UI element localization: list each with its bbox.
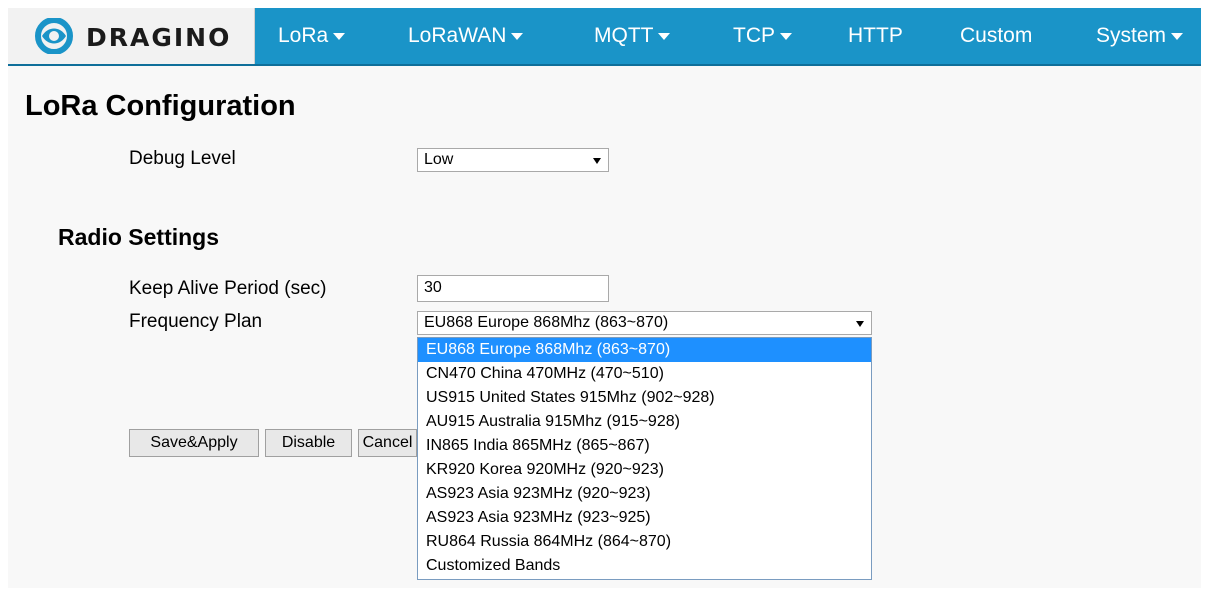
frequency-option[interactable]: KR920 Korea 920MHz (920~923) — [418, 458, 871, 482]
logo[interactable]: DRAGINO — [8, 8, 255, 64]
caret-down-icon — [511, 32, 524, 40]
nav-lorawan[interactable]: LoRaWAN — [408, 8, 524, 64]
frequency-option[interactable]: EU868 Europe 868Mhz (863~870) — [418, 338, 871, 362]
caret-down-icon — [333, 32, 346, 40]
nav-lora[interactable]: LoRa — [278, 8, 346, 64]
disable-button[interactable]: Disable — [265, 429, 352, 457]
screen: DRAGINO LoRa LoRaWAN MQTT TCP HTTP Custo… — [0, 0, 1205, 594]
save-apply-button[interactable]: Save&Apply — [129, 429, 259, 457]
debug-level-label: Debug Level — [129, 148, 236, 169]
caret-down-icon — [658, 32, 671, 40]
cancel-button[interactable]: Cancel — [358, 429, 417, 457]
nav-http-label: HTTP — [848, 24, 903, 47]
nav-custom[interactable]: Custom — [960, 8, 1032, 64]
nav-mqtt-label: MQTT — [594, 24, 654, 47]
dragino-logo-icon — [35, 18, 73, 54]
page-title: LoRa Configuration — [25, 90, 296, 122]
frequency-plan-select[interactable]: EU868 Europe 868Mhz (863~870) — [417, 311, 872, 335]
debug-level-value: Low — [424, 151, 454, 168]
caret-down-icon — [1171, 32, 1184, 40]
frequency-plan-dropdown: EU868 Europe 868Mhz (863~870) CN470 Chin… — [417, 337, 872, 580]
keep-alive-input[interactable]: 30 — [417, 275, 609, 302]
navbar: DRAGINO LoRa LoRaWAN MQTT TCP HTTP Custo… — [8, 8, 1201, 66]
frequency-option[interactable]: CN470 China 470MHz (470~510) — [418, 362, 871, 386]
frequency-option[interactable]: US915 United States 915Mhz (902~928) — [418, 386, 871, 410]
nav-lorawan-label: LoRaWAN — [408, 24, 507, 47]
nav-http[interactable]: HTTP — [848, 8, 903, 64]
nav-mqtt[interactable]: MQTT — [594, 8, 671, 64]
page: DRAGINO LoRa LoRaWAN MQTT TCP HTTP Custo… — [8, 8, 1201, 588]
nav-tcp[interactable]: TCP — [733, 8, 792, 64]
caret-down-icon — [780, 32, 792, 40]
frequency-option[interactable]: Customized Bands — [418, 554, 871, 578]
chevron-down-icon — [856, 321, 864, 327]
frequency-option[interactable]: IN865 India 865MHz (865~867) — [418, 434, 871, 458]
nav-system-label: System — [1096, 24, 1167, 47]
debug-level-select[interactable]: Low — [417, 148, 609, 172]
radio-settings-title: Radio Settings — [58, 224, 220, 250]
frequency-option[interactable]: AU915 Australia 915Mhz (915~928) — [418, 410, 871, 434]
frequency-plan-label: Frequency Plan — [129, 311, 263, 332]
frequency-plan-value: EU868 Europe 868Mhz (863~870) — [424, 314, 669, 331]
nav-system[interactable]: System — [1096, 8, 1184, 64]
frequency-option[interactable]: AS923 Asia 923MHz (920~923) — [418, 482, 871, 506]
nav-lora-label: LoRa — [278, 24, 329, 47]
frequency-option[interactable]: RU864 Russia 864MHz (864~870) — [418, 530, 871, 554]
brand-name: DRAGINO — [86, 23, 232, 52]
chevron-down-icon — [593, 158, 601, 164]
nav-custom-label: Custom — [960, 24, 1033, 47]
frequency-option[interactable]: AS923 Asia 923MHz (923~925) — [418, 506, 871, 530]
nav-tcp-label: TCP — [733, 24, 775, 47]
keep-alive-label: Keep Alive Period (sec) — [129, 278, 327, 299]
